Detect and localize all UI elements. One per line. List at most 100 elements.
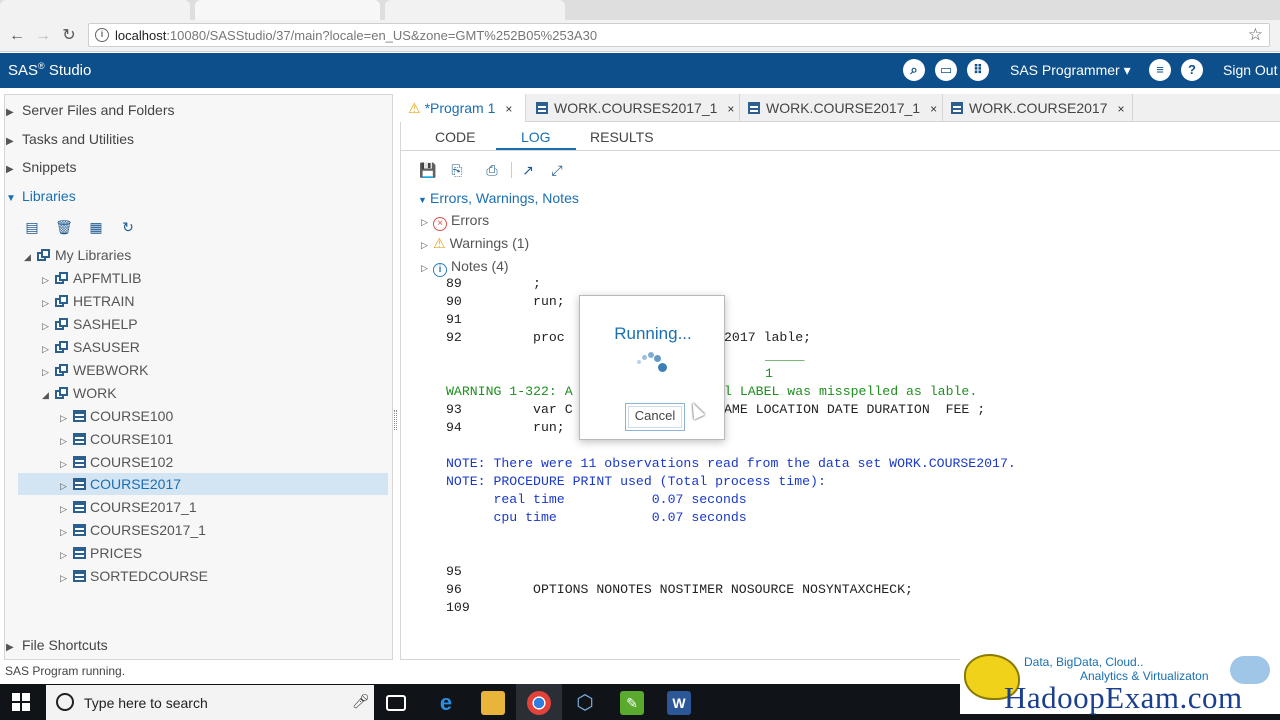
close-icon[interactable]: × bbox=[727, 102, 734, 116]
tree-library[interactable]: ▷ HETRAIN bbox=[42, 290, 134, 312]
section-libraries[interactable]: ▼ Libraries bbox=[6, 188, 76, 204]
reload-icon[interactable]: ↻ bbox=[58, 25, 80, 47]
log-line: AME LOCATION DATE DURATION FEE ; bbox=[724, 402, 986, 417]
tree-library[interactable]: ▷ WEBWORK bbox=[42, 359, 148, 381]
log-warning: l LABEL was misspelled as lable. bbox=[724, 384, 978, 399]
virtualbox-icon[interactable]: ⬡ bbox=[573, 691, 597, 715]
log-line: 109 bbox=[446, 600, 470, 615]
tree-library[interactable]: ▷ APFMTLIB bbox=[42, 267, 141, 289]
log-line: 93 var C bbox=[446, 402, 573, 417]
section-file-shortcuts[interactable]: ▶ File Shortcuts bbox=[6, 637, 108, 653]
tree-library-work[interactable]: ◢ WORK bbox=[42, 382, 117, 404]
search-placeholder: Type here to search bbox=[84, 695, 208, 711]
browser-tab[interactable] bbox=[0, 0, 190, 20]
tab-program-1[interactable]: ⚠ *Program 1 × bbox=[400, 94, 526, 122]
log-line: 96 OPTIONS NONOTES NOSTIMER NOSOURCE NOS… bbox=[446, 582, 913, 597]
tree-table[interactable]: ▷ COURSE102 bbox=[60, 451, 173, 473]
help-icon[interactable]: ? bbox=[1181, 59, 1203, 81]
section-server-files[interactable]: ▶ Server Files and Folders bbox=[6, 102, 175, 118]
tab-table[interactable]: WORK.COURSE2017_1 × bbox=[740, 94, 943, 122]
chrome-browser-icon[interactable] bbox=[527, 691, 551, 715]
expand-arrow-icon: ▶ bbox=[6, 136, 14, 147]
library-icon bbox=[55, 272, 69, 284]
tree-my-libraries[interactable]: ◢ My Libraries bbox=[24, 244, 131, 266]
tree-table[interactable]: ▷ SORTEDCOURSE bbox=[60, 565, 208, 587]
log-underline: _____ bbox=[765, 348, 805, 363]
library-icon bbox=[37, 249, 51, 261]
notes-node[interactable]: ▷ i Notes (4) bbox=[421, 258, 509, 277]
address-bar[interactable]: i localhost:10080/SASStudio/37/main?loca… bbox=[88, 23, 1270, 47]
forward-icon[interactable]: → bbox=[32, 25, 54, 47]
back-icon[interactable]: ← bbox=[6, 25, 28, 47]
properties-icon[interactable]: ▦ bbox=[87, 218, 105, 236]
library-icon bbox=[55, 341, 69, 353]
log-note: real time 0.07 seconds bbox=[446, 492, 747, 507]
microphone-icon[interactable]: 🎤︎ bbox=[352, 693, 370, 711]
tree-table[interactable]: ▷ COURSES2017_1 bbox=[60, 519, 206, 541]
warnings-node[interactable]: ▷ ⚠ Warnings (1) bbox=[421, 235, 529, 252]
collapse-arrow-icon: ▼ bbox=[6, 193, 16, 204]
site-info-icon[interactable]: i bbox=[95, 28, 109, 42]
browser-tab[interactable] bbox=[385, 0, 565, 20]
table-icon bbox=[73, 456, 86, 468]
tree-table[interactable]: ▷ COURSE2017_1 bbox=[60, 496, 197, 518]
tree-library[interactable]: ▷ SASUSER bbox=[42, 336, 140, 358]
pane-splitter-handle[interactable] bbox=[394, 410, 397, 430]
taskbar-search[interactable]: Type here to search 🎤︎ bbox=[46, 685, 374, 720]
tab-table[interactable]: WORK.COURSE2017 × bbox=[943, 94, 1133, 122]
cancel-button[interactable]: Cancel bbox=[625, 403, 685, 431]
library-icon bbox=[55, 295, 69, 307]
maximize-icon[interactable]: ⤢ bbox=[548, 161, 566, 179]
library-icon bbox=[55, 364, 69, 376]
status-bar-text: SAS Program running. bbox=[5, 664, 126, 678]
subtab-results[interactable]: RESULTS bbox=[590, 129, 654, 145]
dialog-title: Running... bbox=[614, 324, 692, 343]
watermark-brand: HadoopExam.com bbox=[1004, 680, 1243, 715]
messages-header[interactable]: ▼ Errors, Warnings, Notes bbox=[418, 190, 579, 206]
close-icon[interactable]: × bbox=[1117, 102, 1124, 116]
log-line: 95 bbox=[446, 564, 462, 579]
apps-grid-icon[interactable]: ⠿ bbox=[967, 59, 989, 81]
error-icon: × bbox=[433, 217, 447, 231]
save-log-icon[interactable]: 💾 bbox=[419, 161, 437, 179]
tree-table[interactable]: ▷ PRICES bbox=[60, 542, 142, 564]
table-icon bbox=[73, 547, 86, 559]
log-note: NOTE: There were 11 observations read fr… bbox=[446, 456, 1016, 471]
edge-browser-icon[interactable]: e bbox=[434, 691, 458, 715]
print-icon[interactable]: ⎙ bbox=[483, 161, 501, 179]
table-icon bbox=[73, 478, 86, 490]
section-tasks[interactable]: ▶ Tasks and Utilities bbox=[6, 131, 134, 147]
subtab-code[interactable]: CODE bbox=[435, 129, 475, 145]
info-icon: i bbox=[433, 263, 447, 277]
tree-library[interactable]: ▷ SASHELP bbox=[42, 313, 138, 335]
tree-table[interactable]: ▷ COURSE100 bbox=[60, 405, 173, 427]
subtab-log[interactable]: LOG bbox=[521, 129, 551, 145]
delete-icon[interactable]: 🗑 bbox=[55, 218, 73, 236]
popout-icon[interactable]: ↗ bbox=[519, 161, 537, 179]
open-folder-icon[interactable]: ▭ bbox=[935, 59, 957, 81]
log-note: cpu time 0.07 seconds bbox=[446, 510, 747, 525]
warning-icon: ⚠ bbox=[408, 100, 421, 116]
download-log-icon[interactable]: ⎘ bbox=[448, 161, 466, 179]
refresh-icon[interactable]: ↻ bbox=[119, 218, 137, 236]
log-line: 89 ; bbox=[446, 276, 541, 291]
options-menu-icon[interactable]: ≡ bbox=[1149, 59, 1171, 81]
errors-node[interactable]: ▷ × Errors bbox=[421, 212, 489, 231]
close-icon[interactable]: × bbox=[930, 102, 937, 116]
tab-table[interactable]: WORK.COURSES2017_1 × bbox=[526, 94, 740, 122]
sign-out-link[interactable]: Sign Out bbox=[1223, 62, 1277, 78]
windows-start-icon[interactable] bbox=[12, 693, 30, 711]
tree-table[interactable]: ▷ COURSE101 bbox=[60, 428, 173, 450]
task-view-icon[interactable] bbox=[386, 695, 406, 711]
bookmark-star-icon[interactable]: ☆ bbox=[1248, 25, 1263, 45]
word-icon[interactable]: W bbox=[667, 691, 691, 715]
file-explorer-icon[interactable] bbox=[481, 691, 505, 715]
tree-table-selected[interactable]: ▷ COURSE2017 bbox=[18, 473, 388, 495]
notepad-plus-icon[interactable]: ✎ bbox=[620, 691, 644, 715]
search-icon[interactable]: ⌕ bbox=[903, 59, 925, 81]
browser-tab-active[interactable] bbox=[195, 0, 380, 20]
new-library-icon[interactable]: ▤ bbox=[23, 218, 41, 236]
section-snippets[interactable]: ▶ Snippets bbox=[6, 159, 76, 175]
user-menu[interactable]: SAS Programmer ▾ bbox=[1010, 62, 1131, 79]
close-icon[interactable]: × bbox=[505, 102, 512, 116]
